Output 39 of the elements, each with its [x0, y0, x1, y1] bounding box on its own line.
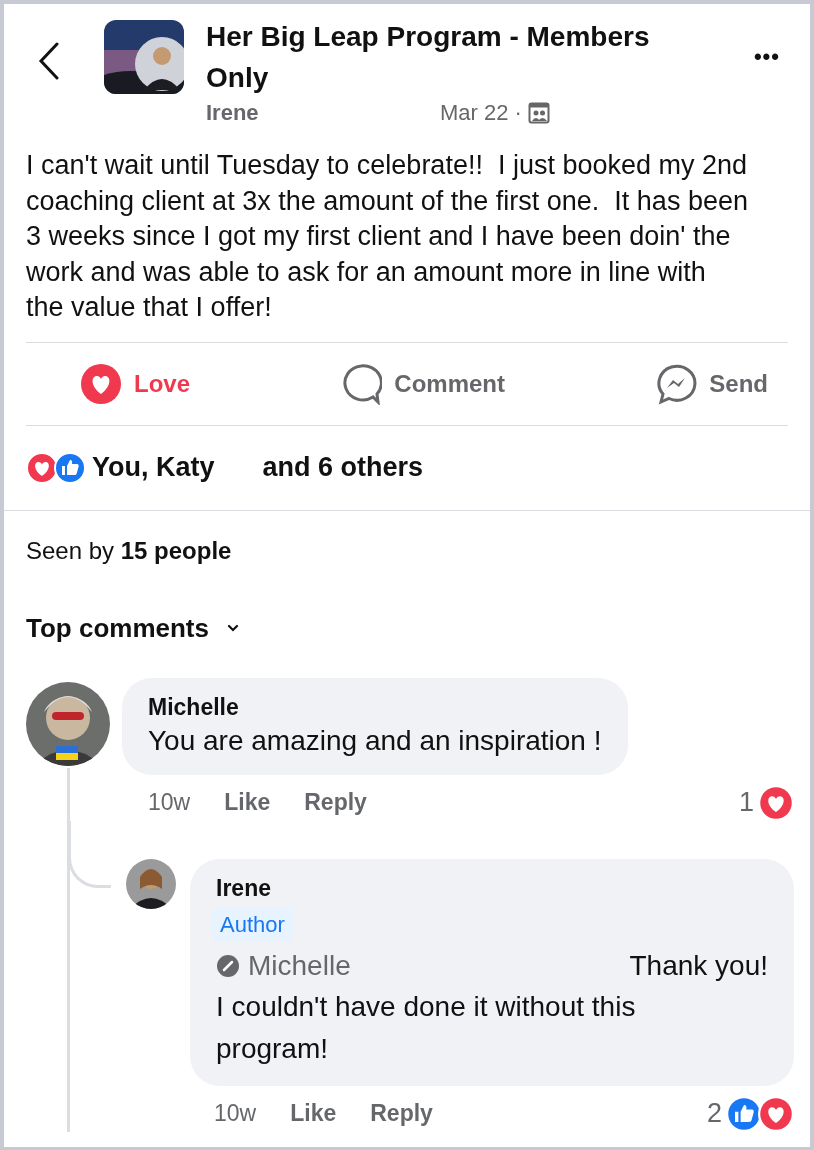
caret-icon[interactable] — [227, 624, 239, 632]
like-link[interactable]: Like — [224, 789, 271, 816]
sort-label[interactable]: Top comments — [26, 612, 209, 644]
comment-text: I couldn't have done it without this program! — [216, 989, 637, 1066]
comment-text: Thank you! — [629, 949, 768, 982]
author-name[interactable]: Irene — [206, 100, 434, 126]
thread-connector — [68, 820, 111, 888]
comment-time: 10w — [148, 789, 191, 816]
reaction-count[interactable]: 1 — [738, 787, 754, 818]
messenger-icon[interactable] — [655, 362, 698, 405]
reply-link[interactable]: Reply — [370, 1100, 433, 1127]
speech-bubble-icon[interactable] — [340, 362, 383, 405]
reaction-count[interactable]: and 6 others — [262, 452, 424, 483]
post-date: Mar 22 · — [440, 100, 522, 126]
mention-icon — [216, 953, 240, 978]
back-icon[interactable] — [38, 42, 60, 80]
action-button[interactable]: Comment — [340, 362, 505, 405]
author-badge: Author — [212, 907, 293, 942]
commenter-name[interactable]: Irene — [216, 874, 768, 902]
action-button[interactable]: Send — [655, 362, 768, 405]
comment-text: You are amazing and an inspiration ! — [148, 724, 602, 757]
reaction-names[interactable]: You, Katy — [92, 452, 215, 483]
love-reaction-icon — [26, 451, 58, 484]
like-reaction-icon — [54, 451, 86, 484]
like-link[interactable]: Like — [290, 1100, 337, 1127]
love-reaction-icon — [758, 784, 794, 821]
seen-by-text[interactable]: Seen by 15 people — [4, 510, 810, 565]
action-button[interactable]: Love — [80, 362, 190, 405]
group-icon — [527, 102, 550, 124]
commenter-name[interactable]: Michelle — [148, 693, 602, 721]
comment-time: 10w — [214, 1100, 257, 1127]
mention-name[interactable]: Michelle — [248, 949, 351, 982]
reply-link[interactable]: Reply — [304, 789, 367, 816]
more-button[interactable]: ••• — [753, 44, 780, 70]
love-reaction-icon — [758, 1095, 794, 1132]
group-title[interactable]: Her Big Leap Program - Members Only — [206, 16, 696, 98]
post-text: I can't wait until Tuesday to celebrate!! I just booked my 2nd coaching client at 3x the amount of the first one. It has been 3 weeks since I got my first client and I have been doin' the work and was able to ask for an amount more in line with the value that I offer! — [26, 149, 749, 324]
reaction-count[interactable]: 2 — [706, 1098, 722, 1129]
like-reaction-icon — [726, 1095, 762, 1132]
